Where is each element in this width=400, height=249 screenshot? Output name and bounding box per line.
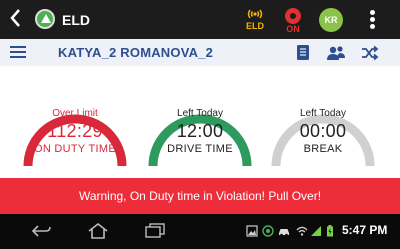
driver-name: KATYA_2 ROMANOVA_2	[58, 45, 214, 60]
eld-connection-status[interactable]: ELD	[242, 8, 268, 31]
app-logo-icon	[35, 9, 55, 29]
wifi-icon	[296, 226, 308, 236]
co-driver-icon[interactable]	[326, 45, 346, 61]
driver-header: KATYA_2 ROMANOVA_2	[0, 39, 400, 67]
break-caption: Left Today	[300, 108, 346, 119]
eld-screen: ELD ELD ON KR KATYA_2 ROMANOVA_2 Over Li…	[0, 0, 400, 249]
steering-wheel-icon	[285, 8, 301, 24]
duty-status[interactable]: ON	[280, 8, 306, 34]
gallery-icon	[246, 225, 258, 237]
hos-dashboard: Over Limit 112:29 ON DUTY TIME Left Toda…	[0, 66, 400, 178]
on-duty-caption: Over Limit	[52, 108, 98, 119]
drive-time-gauge[interactable]: Left Today 12:00 DRIVE TIME	[145, 78, 255, 173]
duty-status-label: ON	[286, 24, 300, 34]
app-notification-icon	[262, 225, 274, 237]
nav-home-icon[interactable]	[87, 222, 109, 240]
nav-recent-apps-icon[interactable]	[144, 223, 166, 238]
drive-time-label: DRIVE TIME	[167, 143, 233, 155]
signal-broadcast-icon	[247, 9, 263, 19]
break-value: 00:00	[299, 121, 347, 141]
on-duty-label: ON DUTY TIME	[33, 143, 117, 155]
overflow-menu-icon[interactable]	[369, 10, 375, 30]
back-arrow-icon[interactable]	[8, 7, 22, 29]
eld-status-label: ELD	[246, 21, 264, 31]
system-clock: 5:47 PM	[342, 223, 387, 237]
system-nav-bar: 5:47 PM	[0, 214, 400, 249]
app-title: ELD	[62, 12, 90, 28]
on-duty-gauge[interactable]: Over Limit 112:29 ON DUTY TIME	[20, 78, 130, 173]
logbook-icon[interactable]	[296, 44, 310, 61]
nav-back-icon[interactable]	[30, 224, 52, 238]
shuffle-icon[interactable]	[361, 45, 379, 61]
hamburger-menu-icon[interactable]	[10, 46, 26, 59]
car-icon	[279, 229, 289, 237]
on-duty-value: 112:29	[47, 121, 103, 141]
drive-time-value: 12:00	[176, 121, 224, 141]
break-label: BREAK	[303, 143, 343, 155]
user-avatar[interactable]: KR	[319, 8, 343, 32]
clock-period: PM	[369, 223, 388, 237]
app-bar: ELD ELD ON KR	[0, 0, 400, 39]
drive-time-caption: Left Today	[177, 108, 223, 119]
clock-time: 5:47	[342, 223, 367, 237]
cellular-signal-icon	[311, 226, 321, 236]
battery-charging-icon	[327, 225, 333, 237]
violation-warning-banner: Warning, On Duty time in Violation! Pull…	[0, 178, 400, 214]
break-gauge[interactable]: Left Today 00:00 BREAK	[268, 78, 378, 173]
